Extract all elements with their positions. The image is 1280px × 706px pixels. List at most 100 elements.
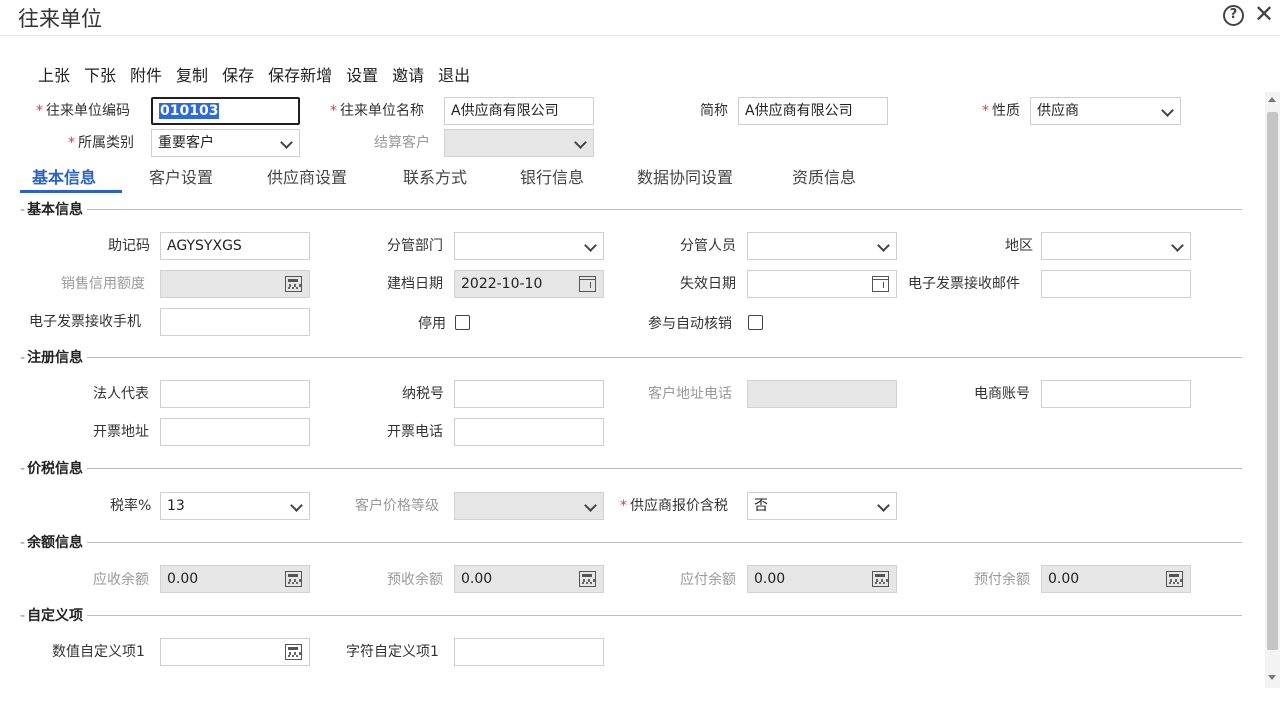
region-label: 地区 — [1005, 238, 1033, 254]
tab-basic-info[interactable]: 基本信息 — [32, 164, 96, 188]
region-select[interactable] — [1041, 232, 1191, 260]
section-basic: 基本信息 — [20, 199, 1242, 219]
save-button[interactable]: 保存 — [222, 62, 254, 86]
legal-rep-input[interactable] — [160, 380, 310, 408]
expire-date-label: 失效日期 — [680, 276, 736, 292]
ecommerce-account-input[interactable] — [1041, 380, 1191, 408]
mnemonic-input[interactable]: AGYSYXGS — [160, 232, 310, 260]
invoice-phone-input[interactable] — [454, 418, 604, 446]
category-select[interactable]: 重要客户 — [151, 129, 300, 157]
short-name-label: 简称 — [700, 103, 728, 119]
auto-writeoff-label: 参与自动核销 — [648, 316, 732, 332]
ecommerce-account-label: 电商账号 — [974, 386, 1030, 402]
scroll-up-icon[interactable] — [1268, 97, 1276, 102]
calculator-icon — [285, 644, 302, 660]
code-input[interactable]: 010103 — [151, 97, 300, 125]
attachment-button[interactable]: 附件 — [130, 62, 162, 86]
disabled-checkbox[interactable] — [455, 315, 470, 330]
code-label: * 往来单位编码 — [36, 103, 130, 119]
dept-select[interactable] — [454, 232, 604, 260]
chevron-down-icon — [280, 136, 293, 149]
chevron-down-icon — [584, 499, 597, 512]
quote-tax-select[interactable]: 否 — [747, 492, 897, 520]
chevron-down-icon — [584, 239, 597, 252]
section-title: 自定义项 — [20, 605, 88, 625]
custom-number-input[interactable] — [160, 638, 310, 666]
vertical-scrollbar[interactable] — [1265, 92, 1280, 688]
mnemonic-label: 助记码 — [108, 238, 150, 254]
einvoice-mail-input[interactable] — [1041, 270, 1191, 298]
calculator-icon — [872, 571, 889, 587]
tab-bank-info[interactable]: 银行信息 — [520, 164, 584, 188]
calculator-icon — [1166, 571, 1183, 587]
tax-number-label: 纳税号 — [402, 386, 444, 402]
copy-button[interactable]: 复制 — [176, 62, 208, 86]
chevron-down-icon — [290, 499, 303, 512]
auto-writeoff-checkbox[interactable] — [748, 315, 763, 330]
section-title: 注册信息 — [20, 347, 88, 367]
section-tax: 价税信息 — [20, 458, 1242, 478]
einvoice-mail-label: 电子发票接收邮件 — [908, 276, 1020, 292]
settings-button[interactable]: 设置 — [346, 62, 378, 86]
window-title: 往来单位 — [18, 7, 102, 31]
tax-number-input[interactable] — [454, 380, 604, 408]
section-registration: 注册信息 — [20, 347, 1242, 367]
invoice-address-input[interactable] — [160, 418, 310, 446]
tab-supplier-settings[interactable]: 供应商设置 — [267, 164, 347, 188]
section-custom: 自定义项 — [20, 605, 1242, 625]
name-label: * 往来单位名称 — [330, 103, 424, 119]
name-input[interactable]: A供应商有限公司 — [444, 97, 594, 125]
create-date-input: 2022-10-10 — [454, 270, 604, 298]
expire-date-input[interactable] — [747, 270, 897, 298]
nature-label: * 性质 — [982, 103, 1020, 119]
invoice-phone-label: 开票电话 — [387, 424, 443, 440]
credit-limit-label: 销售信用额度 — [61, 276, 145, 292]
section-balance: 余额信息 — [20, 532, 1242, 552]
chevron-down-icon — [1161, 104, 1174, 117]
custom-number-label: 数值自定义项1 — [52, 644, 145, 660]
tab-customer-settings[interactable]: 客户设置 — [149, 164, 213, 188]
chevron-down-icon — [877, 239, 890, 252]
calculator-icon — [285, 571, 302, 587]
price-level-select — [454, 492, 604, 520]
advance-received-label: 预收余额 — [387, 572, 443, 588]
dept-label: 分管部门 — [387, 238, 443, 254]
tab-data-sync[interactable]: 数据协同设置 — [637, 164, 733, 188]
prev-button[interactable]: 上张 — [38, 62, 70, 86]
advance-paid-input: 0.00 — [1041, 565, 1191, 593]
credit-limit-input — [160, 270, 310, 298]
advance-received-input: 0.00 — [454, 565, 604, 593]
tab-qualification[interactable]: 资质信息 — [792, 164, 856, 188]
create-date-label: 建档日期 — [387, 276, 443, 292]
nature-select[interactable]: 供应商 — [1030, 97, 1181, 125]
tax-rate-label: 税率% — [110, 498, 152, 514]
section-title: 价税信息 — [20, 458, 88, 478]
disabled-label: 停用 — [418, 316, 446, 332]
advance-paid-label: 预付余额 — [974, 572, 1030, 588]
chevron-down-icon — [1171, 239, 1184, 252]
address-phone-label: 客户地址电话 — [648, 386, 732, 402]
custom-string-input[interactable] — [454, 638, 604, 666]
einvoice-phone-input[interactable] — [160, 308, 310, 336]
invite-button[interactable]: 邀请 — [392, 62, 424, 86]
exit-button[interactable]: 退出 — [438, 62, 470, 86]
calendar-icon[interactable] — [872, 276, 889, 292]
active-tab-indicator — [20, 190, 122, 193]
calculator-icon — [579, 571, 596, 587]
scroll-down-icon[interactable] — [1268, 675, 1276, 680]
title-bar: 往来单位 ? ✕ — [0, 0, 1280, 36]
payable-balance-input: 0.00 — [747, 565, 897, 593]
staff-select[interactable] — [747, 232, 897, 260]
save-new-button[interactable]: 保存新增 — [268, 62, 332, 86]
scrollbar-thumb[interactable] — [1267, 112, 1278, 650]
short-name-input[interactable]: A供应商有限公司 — [738, 97, 888, 125]
staff-label: 分管人员 — [680, 238, 736, 254]
help-icon[interactable]: ? — [1223, 5, 1244, 26]
invoice-address-label: 开票地址 — [93, 424, 149, 440]
tab-contact[interactable]: 联系方式 — [403, 164, 467, 188]
toolbar: 上张 下张 附件 复制 保存 保存新增 设置 邀请 退出 — [38, 62, 484, 86]
close-icon[interactable]: ✕ — [1254, 0, 1274, 28]
receivable-balance-label: 应收余额 — [93, 572, 149, 588]
tax-rate-select[interactable]: 13 — [160, 492, 310, 520]
next-button[interactable]: 下张 — [84, 62, 116, 86]
